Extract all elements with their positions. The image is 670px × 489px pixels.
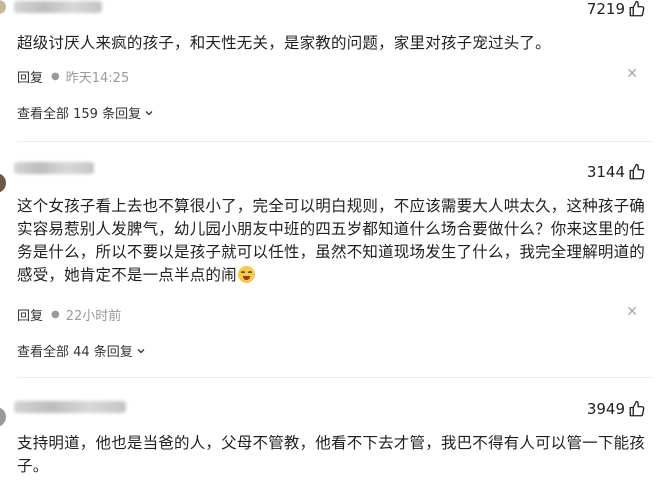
divider — [17, 377, 654, 378]
chevron-down-icon — [145, 110, 153, 115]
comment-text-body: 这个女孩子看上去也不算很小了，完全可以明白规则，不应该需要大人哄太久，这种孩子确… — [17, 197, 646, 284]
username-blurred[interactable] — [14, 1, 102, 13]
like-button[interactable]: 3144 — [587, 163, 646, 181]
comment-time: 昨天14:25 — [65, 71, 130, 86]
view-all-replies-button[interactable]: 查看全部 44 条回复 — [17, 341, 146, 360]
like-count: 3144 — [586, 163, 625, 181]
comment-text: 支持明道，他也是当爸的人，父母不管教，他看不下去才管，我巴不得有人可以管一下能孩… — [17, 434, 646, 475]
view-all-replies-button[interactable]: 查看全部 159 条回复 — [17, 103, 154, 122]
divider — [17, 141, 654, 142]
view-all-label: 查看全部 159 条回复 — [17, 107, 142, 122]
avatar[interactable] — [0, 173, 6, 193]
comment-meta: 回复 ● 昨天14:25 — [17, 67, 129, 86]
comment-item: 3949 支持明道，他也是当爸的人，父母不管教，他看不下去才管，我巴不得有人可以… — [0, 395, 670, 489]
grinning-emoji-icon — [237, 266, 255, 283]
like-count: 7219 — [586, 0, 625, 18]
thumbs-up-icon — [629, 0, 645, 17]
username-blurred[interactable] — [14, 162, 94, 174]
reply-button[interactable]: 回复 — [17, 67, 43, 86]
like-button[interactable]: 7219 — [587, 0, 646, 18]
comment-time: 22小时前 — [65, 309, 122, 324]
reply-button[interactable]: 回复 — [17, 305, 43, 324]
close-icon[interactable]: ✕ — [626, 66, 638, 82]
comment-meta: 回复 ● 22小时前 — [17, 305, 121, 324]
thumbs-up-icon — [629, 163, 645, 180]
thumbs-up-icon — [629, 400, 645, 417]
separator-dot: ● — [51, 309, 60, 320]
comment-item: 3144 这个女孩子看上去也不算很小了，完全可以明白规则，不应该需要大人哄太久，… — [0, 158, 670, 360]
avatar[interactable] — [0, 407, 6, 427]
comment-text: 这个女孩子看上去也不算很小了，完全可以明白规则，不应该需要大人哄太久，这种孩子确… — [17, 195, 647, 287]
view-all-label: 查看全部 44 条回复 — [17, 345, 133, 360]
separator-dot: ● — [51, 71, 60, 82]
avatar[interactable] — [0, 0, 6, 14]
like-count: 3949 — [586, 400, 625, 418]
like-button[interactable]: 3949 — [587, 400, 646, 418]
comment-item: 7219 超级讨厌人来疯的孩子，和天性无关，是家教的问题，家里对孩子宠过头了。 … — [0, 0, 670, 130]
username-blurred[interactable] — [14, 401, 126, 413]
comment-text: 超级讨厌人来疯的孩子，和天性无关，是家教的问题，家里对孩子宠过头了。 — [17, 34, 551, 52]
chevron-down-icon — [137, 348, 145, 353]
close-icon[interactable]: ✕ — [626, 304, 638, 320]
